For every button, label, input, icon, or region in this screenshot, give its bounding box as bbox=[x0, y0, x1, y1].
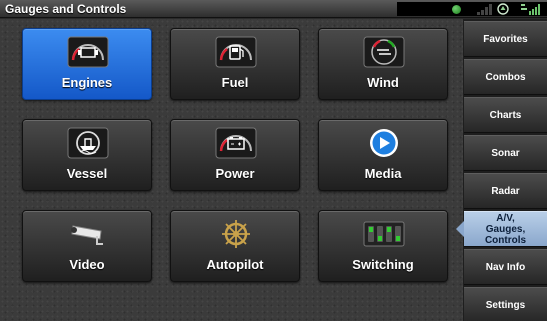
sidebar-item-sonar[interactable]: Sonar bbox=[464, 135, 547, 171]
tile-label: Vessel bbox=[66, 166, 108, 181]
tile-video[interactable]: Video bbox=[22, 210, 152, 282]
sidebar-item-label: Sonar bbox=[491, 147, 520, 159]
sidebar-item-label: Charts bbox=[489, 109, 522, 121]
tile-fuel[interactable]: Fuel bbox=[170, 28, 300, 100]
sidebar-item-label: Radar bbox=[491, 185, 520, 197]
wind-icon bbox=[363, 36, 405, 68]
sidebar-item-label: Settings bbox=[485, 299, 526, 311]
tile-label: Autopilot bbox=[206, 257, 264, 272]
sat-signal-icon bbox=[521, 4, 540, 15]
active-pointer-icon bbox=[456, 221, 464, 237]
tile-engines[interactable]: Engines bbox=[22, 28, 152, 100]
switch-panel-icon bbox=[363, 221, 405, 247]
tile-label: Switching bbox=[352, 257, 414, 272]
tile-label: Fuel bbox=[221, 75, 249, 90]
status-dot-icon bbox=[452, 5, 461, 14]
signal-bars-icon bbox=[477, 4, 493, 15]
tile-label: Engines bbox=[61, 75, 113, 90]
sidebar-item-combos[interactable]: Combos bbox=[464, 59, 547, 95]
tile-grid: Engines Fuel Wind Vessel Power Media Vid… bbox=[0, 19, 463, 321]
status-area bbox=[397, 2, 547, 16]
play-icon bbox=[370, 129, 398, 157]
tile-label: Power bbox=[215, 166, 255, 181]
sidebar-item-av-gauges-controls[interactable]: A/V, Gauges, Controls bbox=[464, 211, 547, 247]
window-title: Gauges and Controls bbox=[5, 2, 127, 16]
sidebar-item-radar[interactable]: Radar bbox=[464, 173, 547, 209]
gps-icon bbox=[497, 3, 509, 15]
camera-icon bbox=[71, 225, 103, 245]
sidebar-item-favorites[interactable]: Favorites bbox=[464, 21, 547, 57]
tile-vessel[interactable]: Vessel bbox=[22, 119, 152, 191]
sidebar-item-nav-info[interactable]: Nav Info bbox=[464, 249, 547, 285]
sidebar-item-label: Nav Info bbox=[485, 261, 526, 273]
vessel-icon bbox=[67, 127, 109, 159]
tile-label: Video bbox=[69, 257, 105, 272]
fuel-pump-icon bbox=[215, 36, 257, 68]
tile-wind[interactable]: Wind bbox=[318, 28, 448, 100]
sidebar-item-charts[interactable]: Charts bbox=[464, 97, 547, 133]
sidebar: Favorites Combos Charts Sonar Radar A/V,… bbox=[463, 19, 547, 321]
sidebar-item-settings[interactable]: Settings bbox=[464, 287, 547, 321]
title-bar: Gauges and Controls bbox=[0, 0, 547, 18]
tile-autopilot[interactable]: Autopilot bbox=[170, 210, 300, 282]
tile-switching[interactable]: Switching bbox=[318, 210, 448, 282]
tile-power[interactable]: Power bbox=[170, 119, 300, 191]
tile-media[interactable]: Media bbox=[318, 119, 448, 191]
tile-label: Media bbox=[364, 166, 402, 181]
battery-icon bbox=[215, 127, 257, 159]
engine-icon bbox=[67, 36, 109, 68]
sidebar-item-label: A/V, Gauges, Controls bbox=[484, 212, 527, 246]
helm-wheel-icon bbox=[222, 220, 250, 248]
tile-label: Wind bbox=[367, 75, 399, 90]
sidebar-item-label: Combos bbox=[485, 71, 526, 83]
sidebar-item-label: Favorites bbox=[483, 33, 528, 45]
